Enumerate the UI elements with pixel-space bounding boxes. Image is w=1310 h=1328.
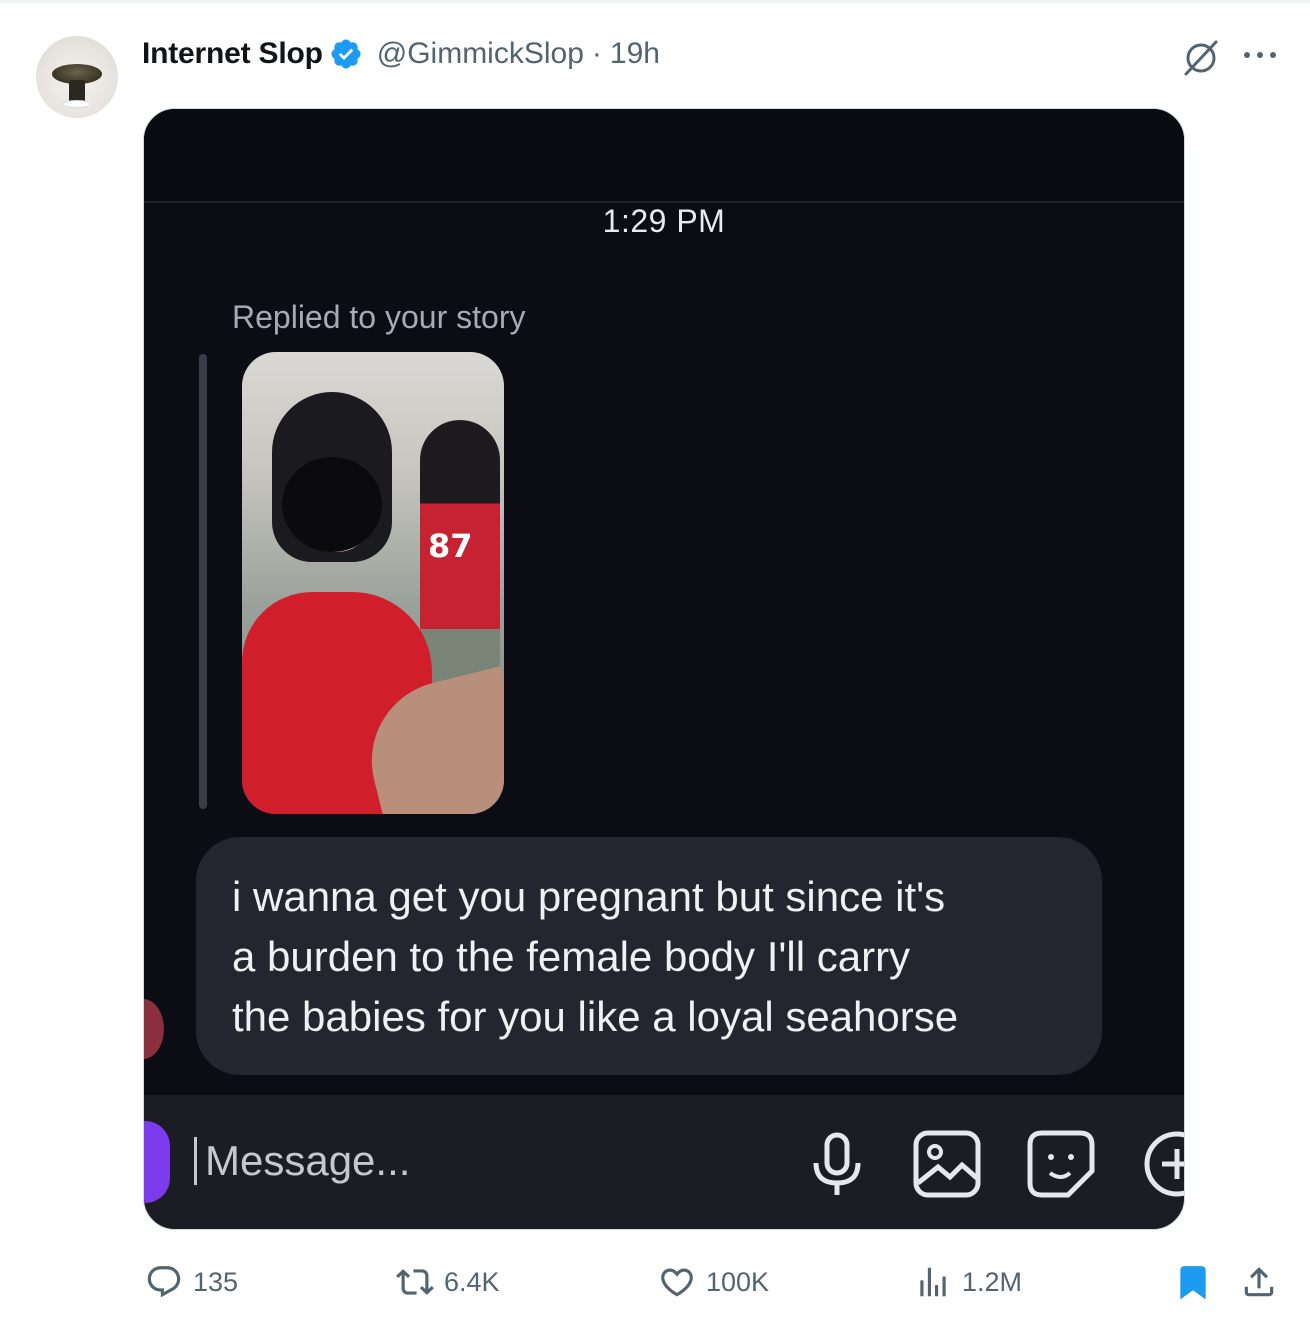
mic-icon [813, 1132, 861, 1195]
verified-badge-icon[interactable] [329, 37, 363, 71]
views-button[interactable]: 1.2M [914, 1260, 1022, 1304]
like-icon [661, 1268, 693, 1297]
gallery-icon [913, 1130, 981, 1198]
post-actions: 135 6.4K 100K 1.2M [0, 1252, 1310, 1312]
bookmark-button[interactable] [1174, 1260, 1212, 1304]
like-count: 100K [706, 1266, 770, 1297]
text-caret [194, 1137, 197, 1185]
post-header: Internet Slop @GimmickSlop · 19h [142, 32, 660, 76]
more-icon[interactable] [1240, 40, 1280, 70]
plus-icon [1144, 1131, 1184, 1197]
share-button[interactable] [1240, 1260, 1278, 1304]
message-input: Message... [194, 1131, 794, 1191]
camera-button [144, 1121, 170, 1203]
jersey-number: 87 [428, 527, 473, 565]
views-count: 1.2M [962, 1266, 1023, 1297]
sender-avatar [144, 999, 164, 1059]
message-text: i wanna get you pregnant but since it's … [232, 873, 959, 1040]
top-divider [0, 0, 1310, 3]
reply-icon [147, 1266, 181, 1298]
grok-icon[interactable] [1180, 36, 1222, 78]
message-placeholder: Message... [205, 1137, 411, 1184]
author-name[interactable]: Internet Slop [142, 37, 323, 71]
reply-indicator-bar [199, 354, 207, 809]
repost-button[interactable]: 6.4K [396, 1260, 500, 1304]
replied-to-story-label: Replied to your story [232, 299, 526, 335]
face-scribble-redaction [282, 457, 382, 552]
author-avatar[interactable] [36, 36, 118, 118]
like-button[interactable]: 100K [658, 1260, 769, 1304]
bookmark-icon [1180, 1266, 1206, 1300]
author-handle[interactable]: @GimmickSlop [377, 37, 584, 71]
reply-button[interactable]: 135 [145, 1260, 238, 1304]
post-media[interactable]: 1:29 PM Replied to your story 87 i wanna… [143, 108, 1185, 1230]
story-thumbnail: 87 [242, 352, 504, 814]
message-timestamp: 1:29 PM [602, 203, 726, 239]
repost-icon [396, 1269, 434, 1295]
reply-count: 135 [193, 1266, 239, 1297]
separator-dot: · [591, 37, 602, 70]
post-time[interactable]: 19h [610, 37, 660, 71]
sticker-icon [1027, 1130, 1095, 1198]
repost-count: 6.4K [444, 1266, 500, 1297]
message-bubble: i wanna get you pregnant but since it's … [196, 837, 1102, 1075]
share-icon [1244, 1267, 1274, 1297]
views-icon [920, 1267, 946, 1297]
